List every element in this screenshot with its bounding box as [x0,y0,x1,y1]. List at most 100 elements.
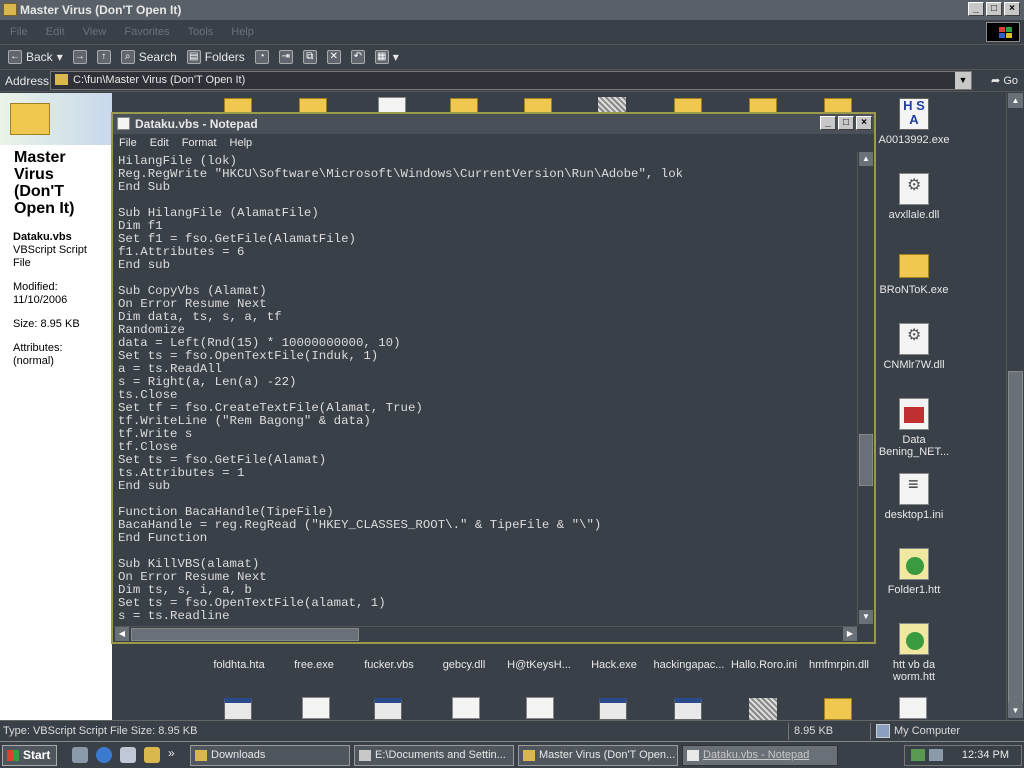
file-item-data-bening[interactable]: Data Bening_NET... [874,398,954,458]
task-notepad[interactable]: Dataku.vbs - Notepad [682,745,838,766]
file-item-brontok[interactable]: BRoNToK.exe [874,248,954,296]
file-item[interactable]: hackingapac... [649,659,729,671]
media-icon[interactable] [120,747,136,763]
folders-button[interactable]: ▤ Folders [186,50,245,64]
file-item-folder1-htt[interactable]: Folder1.htt [874,548,954,596]
scroll-thumb[interactable] [1008,371,1023,711]
notepad-menu-format[interactable]: Format [182,134,217,152]
notepad-minimize-button[interactable]: _ [820,116,836,130]
explorer-title-bar[interactable]: Master Virus (Don'T Open It) _ □ × [0,0,1024,20]
delete-button[interactable]: ✕ [326,50,341,64]
notepad-menu-help[interactable]: Help [230,134,253,152]
move-to-button[interactable]: ⇥ [278,50,293,64]
code-line: tf.WriteLine ("Rem Bagong" & data) [118,414,371,428]
code-line: ts.Attributes = 1 [118,466,245,480]
close-button[interactable]: × [1004,2,1020,16]
copy-to-button[interactable]: ⧉ [302,50,317,64]
file-item-desktop1-ini[interactable]: desktop1.ini [874,473,954,521]
notepad-close-button[interactable]: × [856,116,872,130]
chevron-down-icon: ▾ [392,50,399,64]
internet-explorer-icon[interactable] [96,747,112,763]
menu-tools[interactable]: Tools [188,20,214,44]
scroll-right-button[interactable]: ▶ [843,627,857,641]
file-item[interactable]: H@tKeysH... [499,659,579,671]
file-item[interactable]: gebcy.dll [424,659,504,671]
show-desktop-icon[interactable] [72,747,88,763]
menu-edit[interactable]: Edit [46,20,65,44]
menu-file[interactable]: File [10,20,28,44]
scroll-down-button[interactable]: ▼ [859,610,873,624]
up-folder-button[interactable]: ↑ [96,50,111,64]
file-item[interactable]: hmfmrpin.dll [799,659,879,671]
task-master-virus[interactable]: Master Virus (Don'T Open... [518,745,678,766]
menu-help[interactable]: Help [231,20,254,44]
window-file-icon[interactable] [599,698,627,720]
code-line: s = ts.Readline [118,609,230,623]
views-icon: ▦ [374,50,389,64]
explorer-vertical-scrollbar[interactable]: ▲ ▼ [1006,93,1024,720]
notepad-menu-edit[interactable]: Edit [150,134,169,152]
file-item[interactable]: Hack.exe [574,659,654,671]
address-input[interactable]: C:\fun\Master Virus (Don'T Open It) ▼ [50,71,972,90]
start-button[interactable]: Start [2,745,57,766]
notepad-menu-bar: File Edit Format Help [113,134,874,152]
my-computer-icon [876,724,890,738]
maximize-button[interactable]: □ [986,2,1002,16]
archive-icon[interactable] [749,698,777,720]
file-item[interactable]: fucker.vbs [349,659,429,671]
menu-view[interactable]: View [83,20,107,44]
undo-icon: ↶ [350,50,365,64]
forward-button[interactable]: → [72,50,87,64]
folder-icon [55,74,68,85]
notepad-window[interactable]: Dataku.vbs - Notepad _ □ × File Edit For… [111,112,876,644]
file-item[interactable]: foldhta.hta [199,659,279,671]
search-button[interactable]: ⌕ Search [120,50,177,64]
scroll-up-button[interactable]: ▲ [859,152,873,166]
minimize-button[interactable]: _ [968,2,984,16]
tray-volume-icon[interactable] [929,749,943,761]
notepad-vertical-scrollbar[interactable]: ▲ ▼ [857,152,874,626]
chevron-down-icon[interactable]: ▾ [57,50,63,64]
scroll-thumb[interactable] [131,628,359,641]
gear-file-icon[interactable] [899,697,927,719]
notepad-horizontal-scrollbar[interactable]: ◀ ▶ [115,626,857,642]
notepad-text-area[interactable]: HilangFile (lok) Reg.RegWrite "HKCU\Softw… [115,152,857,626]
file-icon[interactable] [302,697,330,719]
back-button[interactable]: ← Back ▾ [8,50,63,64]
gear-file-icon[interactable] [526,697,554,719]
undo-button[interactable]: ↶ [350,50,365,64]
task-downloads[interactable]: Downloads [190,745,350,766]
window-file-icon[interactable] [674,698,702,720]
file-icon[interactable] [452,697,480,719]
clock[interactable]: 12:34 PM [962,749,1009,761]
notepad-maximize-button[interactable]: □ [838,116,854,130]
chevron-right-icon[interactable]: » [168,746,175,760]
explorer-icon[interactable] [144,747,160,763]
task-documents[interactable]: E:\Documents and Settin... [354,745,514,766]
file-item-cnmlr7w[interactable]: CNMlr7W.dll [874,323,954,371]
tray-network-icon[interactable] [911,749,925,761]
shortcut-icon[interactable] [224,698,252,720]
address-bar: Address C:\fun\Master Virus (Don'T Open … [0,70,1024,92]
notepad-menu-file[interactable]: File [119,134,137,152]
go-button[interactable]: ➦ Go [991,70,1018,92]
menu-favorites[interactable]: Favorites [124,20,169,44]
scroll-up-button[interactable]: ▲ [1008,93,1023,108]
scroll-down-button[interactable]: ▼ [1008,703,1023,718]
file-item-htt-vb-da-worm[interactable]: htt vb da worm.htt [874,623,954,683]
scroll-left-button[interactable]: ◀ [115,627,129,641]
history-icon: ◔ [254,50,269,64]
delete-icon: ✕ [326,50,341,64]
file-item[interactable]: free.exe [274,659,354,671]
window-file-icon[interactable] [374,698,402,720]
has-icon: H SA [899,98,929,130]
history-button[interactable]: ◔ [254,50,269,64]
file-item[interactable]: Hallo.Roro.ini [724,659,804,671]
file-item-a0013992[interactable]: H S A A0013992.exe [874,98,954,146]
folder-icon[interactable] [824,698,852,720]
address-dropdown-button[interactable]: ▼ [955,72,971,89]
views-button[interactable]: ▦ ▾ [374,50,399,64]
scroll-thumb[interactable] [859,434,873,486]
file-item-avxllale[interactable]: avxllale.dll [874,173,954,221]
notepad-title-bar[interactable]: Dataku.vbs - Notepad _ □ × [113,114,874,134]
